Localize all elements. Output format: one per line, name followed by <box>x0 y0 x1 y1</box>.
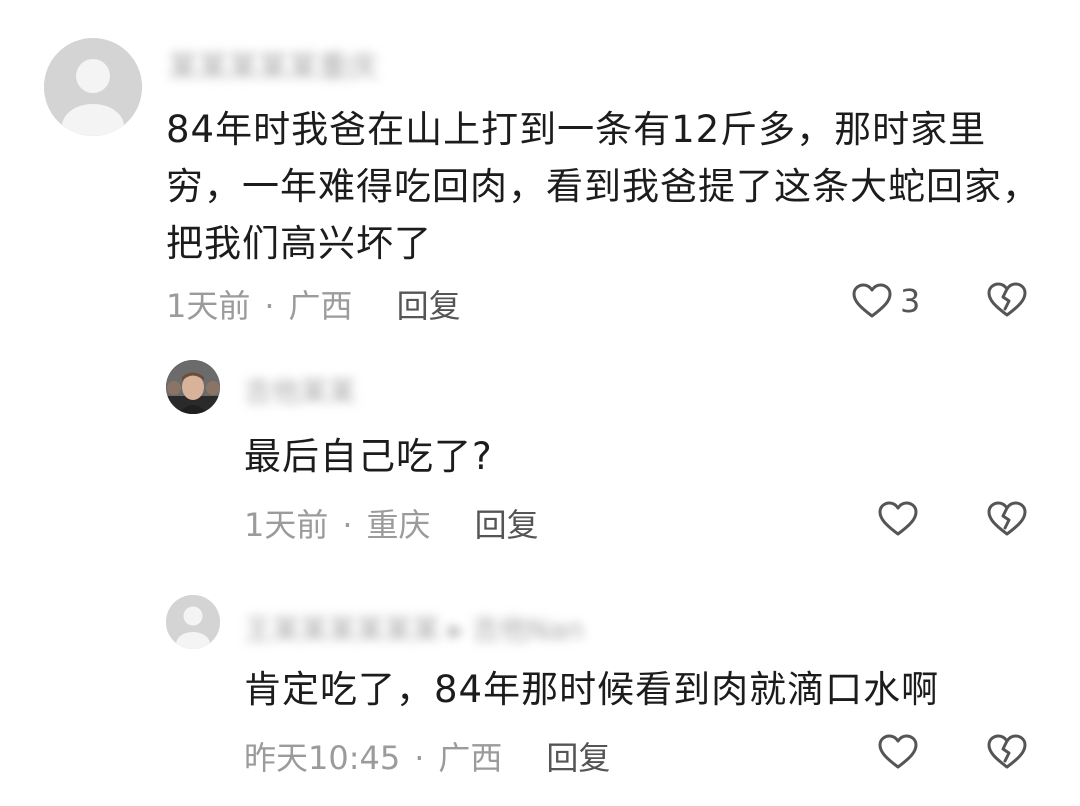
comment-time: 昨天10:45 <box>244 739 401 777</box>
comment-text: 最后自己吃了? <box>244 435 493 478</box>
dislike-button[interactable] <box>987 282 1027 318</box>
broken-heart-icon <box>987 282 1027 317</box>
comment-location: 广西 <box>438 739 503 777</box>
comment-time: 1天前 <box>244 506 329 544</box>
comment-location: 重庆 <box>366 506 431 544</box>
reply-button[interactable]: 回复 <box>546 739 610 777</box>
heart-icon <box>878 501 918 536</box>
separator: · <box>342 506 353 544</box>
reply-item: 王某某某某某某 ▸ 吉他Nan 肯定吃了，84年那时候看到肉就滴口水啊 昨天10… <box>0 560 1080 806</box>
separator: · <box>264 287 275 325</box>
broken-heart-icon <box>987 734 1027 769</box>
avatar[interactable] <box>166 360 220 414</box>
avatar[interactable] <box>44 38 142 136</box>
avatar[interactable] <box>166 595 220 649</box>
comment-meta: 1天前 · 重庆 回复 <box>244 500 539 546</box>
like-button[interactable] <box>878 501 918 537</box>
comment-text: 84年时我爸在山上打到一条有12斤多，那时家里穷，一年难得吃回肉，看到我爸提了这… <box>166 108 1040 265</box>
default-avatar-icon <box>166 595 220 649</box>
like-count: 3 <box>900 282 921 320</box>
broken-heart-icon <box>987 501 1027 536</box>
comment-author[interactable]: 王某某某某某某 ▸ 吉他Nan <box>244 608 584 648</box>
reply-button[interactable]: 回复 <box>475 506 539 544</box>
default-avatar-icon <box>44 38 142 136</box>
comment-author[interactable]: 某某某某某重庆 <box>168 42 378 86</box>
comment-author[interactable]: 吉他某某 <box>244 370 356 410</box>
like-button[interactable] <box>878 734 918 770</box>
comment-time: 1天前 <box>166 287 251 325</box>
dislike-button[interactable] <box>987 734 1027 770</box>
like-button[interactable]: 3 <box>852 282 920 320</box>
heart-icon <box>878 734 918 769</box>
comment-text: 肯定吃了，84年那时候看到肉就滴口水啊 <box>244 668 940 711</box>
comment-location: 广西 <box>288 287 353 325</box>
comment-meta: 昨天10:45 · 广西 回复 <box>244 733 610 779</box>
dislike-button[interactable] <box>987 501 1027 537</box>
separator: · <box>414 739 425 777</box>
comment-meta: 1天前 · 广西 回复 <box>166 281 461 327</box>
heart-icon <box>852 283 892 318</box>
comment-item: 某某某某某重庆 84年时我爸在山上打到一条有12斤多，那时家里穷，一年难得吃回肉… <box>0 0 1080 330</box>
user-photo <box>166 360 220 414</box>
reply-item: 吉他某某 最后自己吃了? 1天前 · 重庆 回复 <box>0 330 1080 560</box>
reply-button[interactable]: 回复 <box>397 287 461 325</box>
